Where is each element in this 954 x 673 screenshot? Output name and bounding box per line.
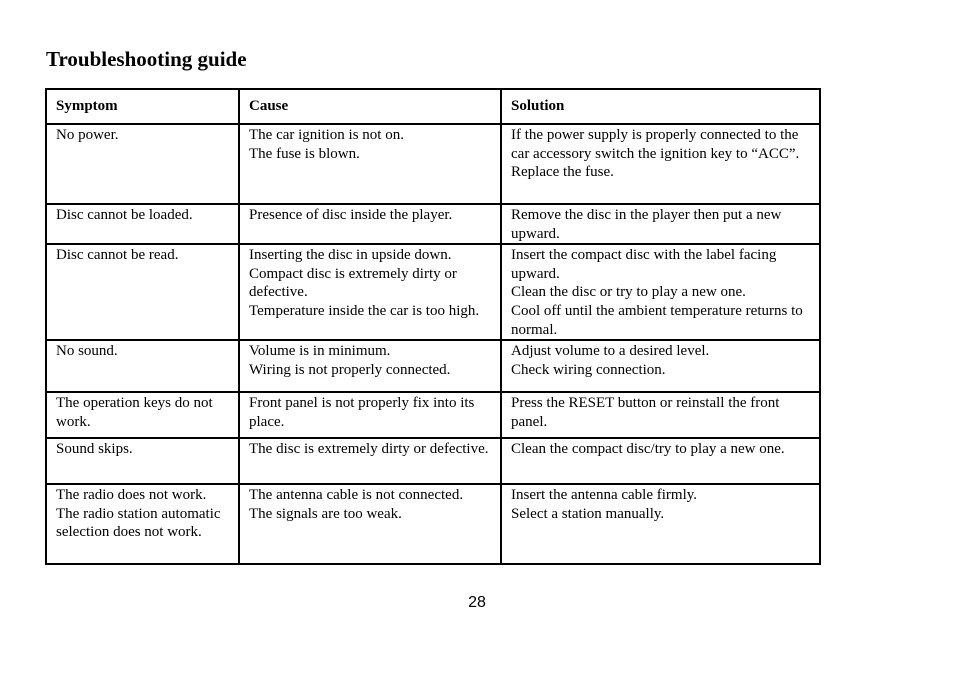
solution-text: Remove the disc in the player then put a… (511, 207, 782, 242)
symptom-cell: Disc cannot be read. (45, 243, 240, 342)
cause-text: The car ignition is not on. (249, 127, 404, 143)
cause-cell: Inserting the disc in upside down. Compa… (238, 243, 502, 342)
symptom-text: Sound skips. (56, 441, 133, 458)
symptom-cell: The operation keys do not work. (45, 391, 240, 440)
solution-text: Insert the compact disc with the label f… (511, 247, 777, 282)
cause-text: The fuse is blown. (249, 145, 360, 162)
cause-text: Volume is in minimum. (249, 343, 391, 360)
symptom-cell: Disc cannot be loaded. (45, 202, 240, 246)
table-row: Sound skips. The disc is extremely dirty… (45, 437, 821, 486)
symptom-text: Disc cannot be read. (56, 247, 179, 264)
cause-text: Wiring is not properly connected. (249, 361, 451, 378)
symptom-cell: No sound. (45, 339, 240, 394)
solution-text: Replace the fuse. (511, 164, 614, 181)
table-row: The operation keys do not work. Front pa… (45, 391, 821, 440)
symptom-text: The radio does not work. (56, 487, 207, 504)
cause-text: Front panel is not properly fix into its… (249, 395, 475, 430)
symptom-text: No power. (56, 127, 119, 143)
solution-text: If the power supply is properly connecte… (511, 127, 800, 162)
solution-text: Clean the compact disc/try to play a new… (511, 441, 785, 458)
cause-cell: Volume is in minimum. Wiring is not prop… (238, 339, 502, 394)
solution-cell: Insert the antenna cable firmly. Select … (500, 483, 821, 566)
symptom-text: The operation keys do not work. (56, 395, 213, 430)
table-row: Disc cannot be read. Inserting the disc … (45, 243, 821, 342)
solution-cell: Remove the disc in the player then put a… (500, 202, 821, 246)
table-row: The radio does not work. The radio stati… (45, 483, 821, 566)
symptom-text: The radio station automatic selection do… (56, 505, 221, 541)
symptom-cell: Sound skips. (45, 437, 240, 486)
symptom-cell: No power. (45, 123, 240, 205)
header-cause: Cause (238, 88, 502, 125)
page-title: Troubleshooting guide (46, 47, 247, 71)
cause-cell: The antenna cable is not connected. The … (238, 483, 502, 566)
header-symptom: Symptom (45, 88, 240, 125)
solution-text: Select a station manually. (511, 505, 665, 522)
cause-cell: The disc is extremely dirty or defective… (238, 437, 502, 486)
cause-text: The signals are too weak. (249, 505, 402, 522)
header-solution: Solution (500, 88, 821, 125)
table-row: No sound. Volume is in minimum. Wiring i… (45, 339, 821, 394)
table-header-row: Symptom Cause Solution (45, 88, 821, 125)
solution-cell: Insert the compact disc with the label f… (500, 243, 821, 342)
table-row: No power. The car ignition is not on. Th… (45, 123, 821, 205)
symptom-text: Disc cannot be loaded. (56, 207, 193, 223)
solution-text: Check wiring connection. (511, 361, 666, 378)
cause-cell: The car ignition is not on. The fuse is … (238, 123, 502, 205)
page-number: 28 (468, 594, 486, 611)
cause-text: Presence of disc inside the player. (249, 207, 453, 223)
troubleshooting-table: Symptom Cause Solution No power. The car… (45, 88, 821, 566)
solution-cell: If the power supply is properly connecte… (500, 123, 821, 205)
solution-cell: Adjust volume to a desired level. Check … (500, 339, 821, 394)
cause-text: Inserting the disc in upside down. (249, 247, 452, 264)
cause-cell: Front panel is not properly fix into its… (238, 391, 502, 440)
cause-text: The antenna cable is not connected. (249, 487, 464, 504)
solution-text: Cool off until the ambient temperature r… (511, 302, 803, 338)
cause-text: Temperature inside the car is too high. (249, 302, 480, 319)
cause-text: Compact disc is extremely dirty or defec… (249, 265, 457, 301)
symptom-cell: The radio does not work. The radio stati… (45, 483, 240, 566)
symptom-text: No sound. (56, 343, 118, 360)
table-row: Disc cannot be loaded. Presence of disc … (45, 202, 821, 246)
cause-text: The disc is extremely dirty or defective… (249, 441, 489, 458)
solution-text: Insert the antenna cable firmly. (511, 487, 698, 504)
solution-cell: Clean the compact disc/try to play a new… (500, 437, 821, 486)
cause-cell: Presence of disc inside the player. (238, 202, 502, 246)
solution-text: Clean the disc or try to play a new one. (511, 284, 746, 301)
solution-cell: Press the RESET button or reinstall the … (500, 391, 821, 440)
solution-text: Press the RESET button or reinstall the … (511, 395, 780, 430)
solution-text: Adjust volume to a desired level. (511, 343, 710, 360)
